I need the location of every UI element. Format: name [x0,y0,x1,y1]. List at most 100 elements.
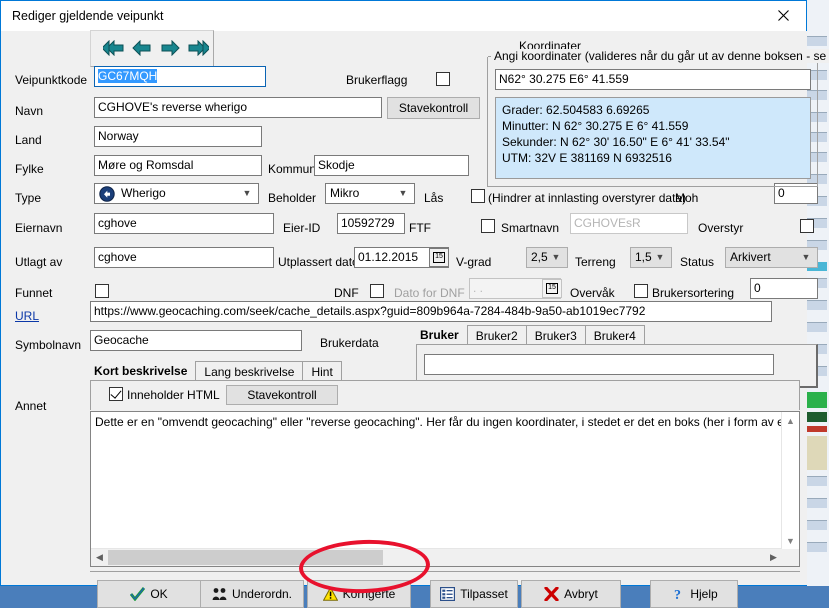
description-tabs[interactable]: Kort beskrivelse Lang beskrivelse Hint [90,361,342,381]
double-left-arrow-icon [103,40,124,56]
municipality-input[interactable]: Skodje [314,155,469,176]
button-label: OK [150,587,168,601]
url-link[interactable]: URL [15,309,39,323]
desc-tab-2[interactable]: Hint [302,361,342,381]
coordinates-value: N62° 30.275 E6° 41.559 [499,72,629,86]
terrain-combo[interactable]: 1,5 ▼ [630,247,672,268]
moh-value: 0 [778,186,785,200]
dnf-checkbox[interactable] [370,284,384,298]
user-sort-checkbox[interactable] [634,284,648,298]
dialog-body: Veipunktkode GC67MQH Brukerflagg Navn CG… [2,30,829,608]
wherigo-icon [99,186,115,208]
override-checkbox[interactable] [800,219,814,233]
nav-last-button[interactable] [185,35,211,61]
user-data-input[interactable] [424,354,774,375]
button-ok[interactable]: OK [97,580,201,608]
nav-prev-button[interactable] [129,35,155,61]
dnf-label: DNF [334,286,359,300]
name-input[interactable]: CGHOVE's reverse wherigo [94,97,382,118]
placed-by-input[interactable]: cghove [94,247,274,268]
user-flag-checkbox[interactable] [436,72,450,86]
description-memo[interactable]: Dette er en "omvendt geocaching" eller "… [90,411,800,567]
country-label: Land [15,133,42,147]
button-korrigerte[interactable]: Korrigerte [307,580,411,608]
scroll-down-icon[interactable]: ▼ [782,532,799,549]
question-icon: ? [670,587,685,601]
desc-tab-0[interactable]: Kort beskrivelse [90,361,197,381]
symbol-name-input[interactable]: Geocache [90,330,302,351]
scroll-corner [782,549,799,566]
type-combo[interactable]: Wherigo ▼ [94,183,259,204]
difficulty-combo[interactable]: 2,5 ▼ [526,247,568,268]
desc-tab-1[interactable]: Lang beskrivelse [195,361,304,381]
scroll-up-icon[interactable]: ▲ [782,412,799,429]
found-label: Funnet [15,286,53,300]
contains-html-checkbox[interactable] [109,387,123,401]
user-sort-label: Brukersortering [652,286,735,300]
smart-name-input[interactable]: CGHOVEsR [570,213,688,234]
placed-date-value: 01.12.2015 [358,250,419,264]
scroll-left-icon[interactable]: ◀ [91,549,108,566]
moh-label: Moh [675,191,699,205]
waypoint-code-input[interactable]: GC67MQH [94,66,266,87]
found-checkbox[interactable] [95,284,109,298]
county-input[interactable]: Møre og Romsdal [94,155,262,176]
nav-first-button[interactable] [101,35,127,61]
owner-id-input[interactable]: 10592729 [337,213,405,234]
lock-hint-label: (Hindrer at innlasting overstyrer data) [488,191,687,205]
contains-html-label: Inneholder HTML [127,388,220,402]
close-icon[interactable] [761,1,806,29]
button-tilpasset[interactable]: Tilpasset [430,580,518,608]
double-right-arrow-icon [188,40,209,56]
container-combo[interactable]: Mikro ▼ [325,183,415,204]
placed-date-picker-button[interactable]: 15 [429,248,449,267]
coordinates-info-box: Grader: 62.504583 6.69265 Minutter: N 62… [495,97,811,179]
spellcheck-desc-button[interactable]: Stavekontroll [226,385,338,405]
user-tabs[interactable]: Bruker Bruker2 Bruker3 Bruker4 [416,325,645,345]
button-label: Hjelp [690,587,718,601]
coordinates-group-title: Angi koordinater (valideres når du går u… [492,49,829,63]
button-avbryt[interactable]: Avbryt [521,580,621,608]
ftf-label: FTF [409,221,431,235]
description-text: Dette er en "omvendt geocaching" eller "… [95,415,785,429]
dnf-date-picker-button[interactable]: 15 [542,279,562,298]
waypoint-code-label: Veipunktkode [15,73,88,87]
warning-icon [322,587,338,601]
smart-name-checkbox[interactable] [481,219,495,233]
memo-horizontal-scrollbar[interactable]: ◀ ▶ [91,548,782,566]
user-tab-0[interactable]: Bruker [416,325,468,345]
status-combo[interactable]: Arkivert ▼ [725,247,818,268]
owner-name-input[interactable]: cghove [94,213,274,234]
coord-degrees: Grader: 62.504583 6.69265 [502,103,650,117]
hscroll-thumb[interactable] [108,550,383,565]
button-label: Korrigerte [342,587,396,601]
user-tab-1[interactable]: Bruker2 [466,325,527,345]
user-tab-2[interactable]: Bruker3 [525,325,586,345]
calendar-icon: 15 [433,252,445,263]
spellcheck-top-button[interactable]: Stavekontroll [387,97,480,119]
user-flag-label: Brukerflagg [346,73,408,87]
button-label: Tilpasset [460,587,508,601]
url-input[interactable]: https://www.geocaching.com/seek/cache_de… [90,301,772,322]
memo-vertical-scrollbar[interactable]: ▲ ▼ [781,412,799,549]
user-tab-3[interactable]: Bruker4 [584,325,645,345]
status-label: Status [680,255,715,269]
user-sort-input[interactable]: 0 [750,278,818,299]
button-hjelp[interactable]: ? Hjelp [650,580,738,608]
symbol-name-value: Geocache [94,333,149,347]
name-label: Navn [15,104,44,118]
calendar-icon: 15 [546,283,558,294]
scroll-right-icon[interactable]: ▶ [765,549,782,566]
button-underordn[interactable]: Underordn. [200,580,304,608]
country-input[interactable]: Norway [94,126,262,147]
coord-seconds: Sekunder: N 62° 30' 16.50" E 6° 41' 33.5… [502,135,730,149]
coordinates-input[interactable]: N62° 30.275 E6° 41.559 [495,69,811,90]
button-label: Underordn. [231,587,293,601]
owner-name-value: cghove [98,216,137,230]
dnf-date-value: . . [473,281,484,295]
nav-next-button[interactable] [157,35,183,61]
country-value: Norway [98,129,139,143]
waypoint-code-value: GC67MQH [98,69,158,83]
chevron-down-icon: ▼ [398,188,408,198]
lock-checkbox[interactable] [471,189,485,203]
